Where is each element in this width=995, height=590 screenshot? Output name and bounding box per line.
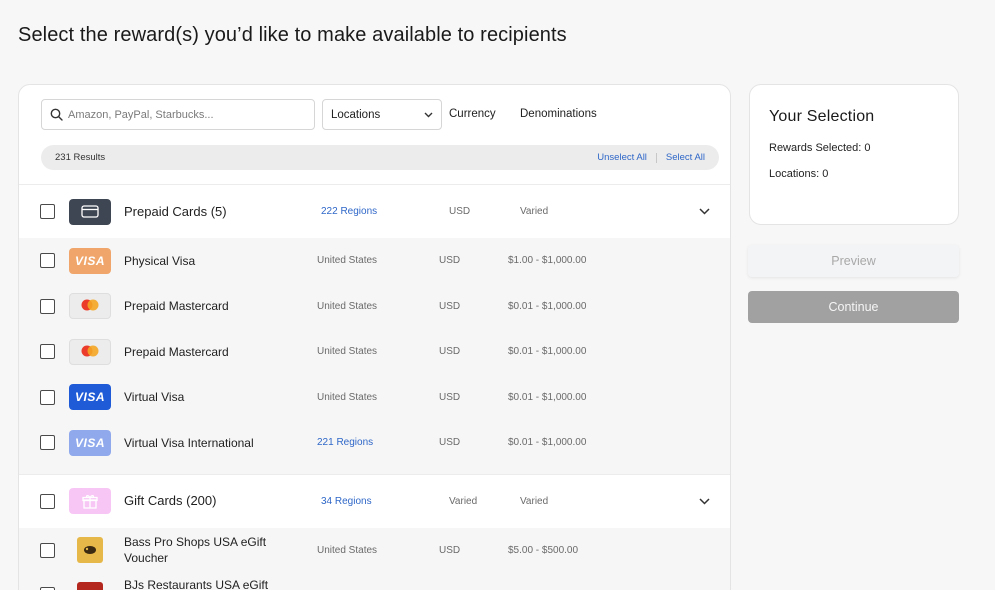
denominations-filter[interactable]: Denominations: [520, 108, 597, 120]
item-region: United States: [317, 544, 378, 556]
chevron-down-icon[interactable]: [699, 497, 710, 505]
list-item[interactable]: Bass Pro Shops USA eGift Voucher United …: [19, 527, 730, 573]
list-item[interactable]: VISA Virtual Visa International 221 Regi…: [19, 420, 730, 466]
list-item[interactable]: VISA Virtual Visa United States USD $0.0…: [19, 374, 730, 420]
item-currency: USD: [439, 391, 461, 403]
divider: [655, 152, 657, 163]
item-region: United States: [317, 391, 378, 403]
item-denomination: $0.01 - $1,000.00: [508, 300, 587, 312]
checkbox[interactable]: [40, 493, 55, 509]
locations-label: Locations: [331, 108, 381, 121]
list-item[interactable]: BJs Restaurants USA eGift: [19, 572, 730, 590]
item-region: United States: [317, 300, 378, 312]
item-name: Prepaid Mastercard: [124, 299, 229, 314]
preview-button[interactable]: Preview: [748, 245, 959, 277]
item-denomination: $1.00 - $1,000.00: [508, 255, 587, 267]
item-name: Physical Visa: [124, 253, 196, 268]
item-denomination: $0.01 - $1,000.00: [508, 437, 587, 449]
mastercard-icon: [69, 338, 111, 365]
item-currency: USD: [439, 437, 461, 449]
bass-pro-icon: [77, 537, 103, 563]
locations-count: Locations: 0: [769, 168, 829, 180]
item-denomination: $0.01 - $1,000.00: [508, 391, 587, 403]
chevron-down-icon: [424, 112, 433, 117]
group-name: Prepaid Cards (5): [124, 203, 227, 219]
item-currency: USD: [439, 255, 461, 267]
item-region: United States: [317, 346, 378, 358]
list-item[interactable]: Prepaid Mastercard United States USD $0.…: [19, 283, 730, 329]
group-currency: USD: [449, 206, 471, 217]
bjs-icon: [77, 581, 103, 590]
item-name: Virtual Visa: [124, 390, 185, 405]
locations-dropdown[interactable]: Locations: [322, 99, 442, 130]
checkbox[interactable]: [40, 542, 55, 558]
rewards-selected-count: Rewards Selected: 0: [769, 142, 871, 154]
group-row-prepaid-cards[interactable]: Prepaid Cards (5) 222 Regions USD Varied: [19, 184, 730, 238]
item-region: United States: [317, 255, 378, 267]
visa-orange-icon: VISA: [69, 247, 111, 274]
group-spacer: [19, 465, 730, 474]
gift-icon: [69, 488, 111, 514]
checkbox[interactable]: [40, 344, 55, 360]
selection-summary: Your Selection Rewards Selected: 0 Locat…: [749, 84, 959, 225]
visa-logo-text: VISA: [74, 390, 105, 405]
item-currency: USD: [439, 544, 461, 556]
item-name: Prepaid Mastercard: [124, 344, 229, 359]
group-regions-link[interactable]: 34 Regions: [321, 496, 372, 507]
page-title: Select the reward(s) you’d like to make …: [18, 24, 567, 46]
rewards-list: Prepaid Cards (5) 222 Regions USD Varied…: [19, 184, 730, 590]
card-icon: [69, 198, 111, 225]
checkbox[interactable]: [40, 298, 55, 314]
visa-blue-icon: VISA: [69, 384, 111, 411]
visa-light-icon: VISA: [69, 429, 111, 456]
currency-filter[interactable]: Currency: [449, 108, 496, 120]
item-currency: USD: [439, 346, 461, 358]
checkbox[interactable]: [40, 253, 55, 269]
item-name: Virtual Visa International: [124, 435, 254, 450]
item-currency: USD: [439, 300, 461, 312]
group-name: Gift Cards (200): [124, 493, 217, 508]
select-all-link[interactable]: Select All: [666, 152, 705, 163]
continue-button[interactable]: Continue: [748, 291, 959, 323]
group-currency: Varied: [449, 495, 478, 507]
mastercard-icon: [69, 293, 111, 320]
item-denomination: $5.00 - $500.00: [508, 544, 579, 556]
search-icon: [50, 108, 63, 121]
item-name: BJs Restaurants USA eGift: [124, 577, 269, 590]
item-denomination: $0.01 - $1,000.00: [508, 346, 587, 358]
item-name: Bass Pro Shops USA eGift Voucher: [124, 535, 267, 565]
rewards-panel: Locations Currency Denominations 231 Res…: [18, 84, 731, 590]
checkbox[interactable]: [40, 435, 55, 451]
visa-logo-text: VISA: [74, 253, 105, 268]
search-box[interactable]: [41, 99, 315, 130]
group-denomination: Varied: [520, 495, 549, 507]
list-item[interactable]: VISA Physical Visa United States USD $1.…: [19, 238, 730, 284]
group-row-gift-cards[interactable]: Gift Cards (200) 34 Regions Varied Varie…: [19, 473, 730, 528]
visa-logo-text: VISA: [74, 435, 105, 450]
group-regions-link[interactable]: 222 Regions: [321, 206, 377, 217]
checkbox[interactable]: [40, 586, 55, 590]
unselect-all-link[interactable]: Unselect All: [597, 152, 647, 163]
selection-title: Your Selection: [769, 108, 875, 125]
checkbox[interactable]: [40, 389, 55, 405]
checkbox[interactable]: [40, 204, 55, 219]
bulk-actions: Unselect All Select All: [597, 152, 705, 163]
results-bar: 231 Results Unselect All Select All: [41, 145, 719, 170]
item-regions-link[interactable]: 221 Regions: [317, 437, 373, 448]
list-item[interactable]: Prepaid Mastercard United States USD $0.…: [19, 329, 730, 375]
group-denomination: Varied: [520, 206, 549, 217]
search-input[interactable]: [68, 108, 288, 121]
chevron-down-icon[interactable]: [699, 208, 710, 215]
results-count: 231 Results: [55, 152, 106, 163]
